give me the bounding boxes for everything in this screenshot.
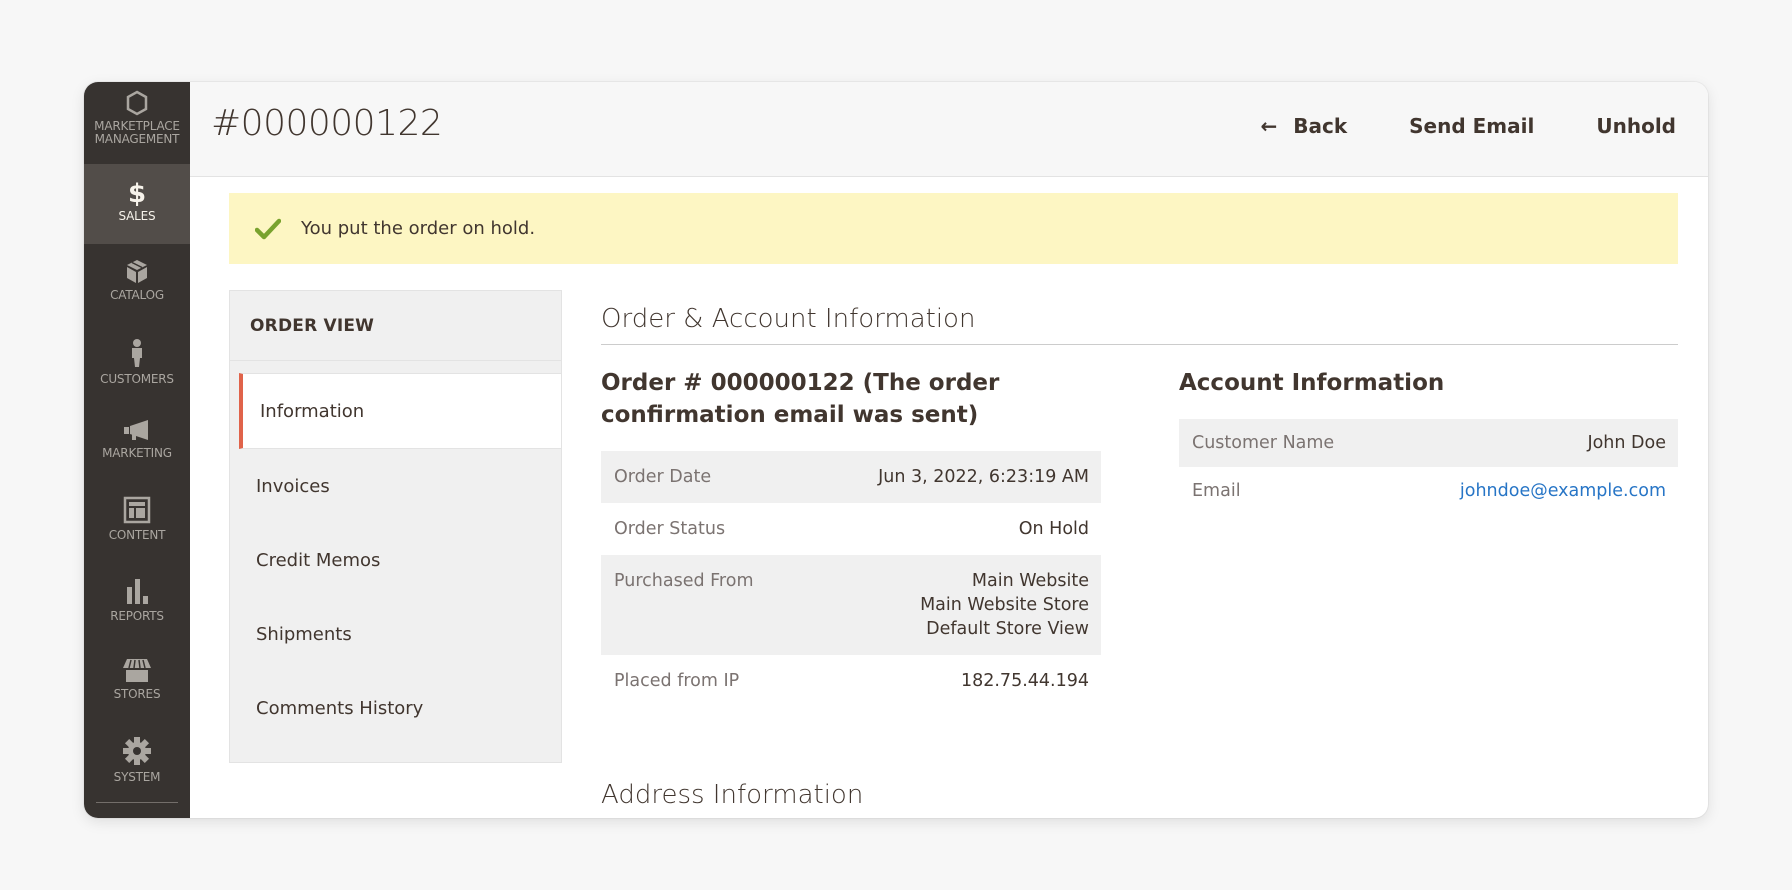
- admin-window: Marketplace Management $ Sales Catalog C…: [84, 82, 1708, 818]
- menu-item-catalog-label: Catalog: [110, 288, 164, 302]
- order-date-value: Jun 3, 2022, 6:23:19 AM: [878, 467, 1089, 487]
- email-link[interactable]: johndoe@example.com: [1460, 481, 1666, 501]
- section-title-address: Address Information: [601, 780, 864, 810]
- purchased-from-store-view: Default Store View: [926, 619, 1089, 639]
- section-divider: [601, 344, 1678, 345]
- table-row: Purchased From Main Website Main Website…: [601, 555, 1101, 655]
- arrow-left-icon: ←: [1260, 114, 1278, 138]
- send-email-button[interactable]: Send Email: [1409, 114, 1534, 138]
- table-row: Email johndoe@example.com: [1179, 467, 1678, 515]
- email-value: johndoe@example.com: [1388, 467, 1678, 515]
- order-information-table: Order Date Jun 3, 2022, 6:23:19 AM Order…: [601, 451, 1101, 707]
- placed-from-ip-value: 182.75.44.194: [960, 671, 1089, 691]
- menu-item-reports-label: Reports: [110, 609, 164, 623]
- purchased-from-label: Purchased From: [614, 571, 754, 591]
- purchased-from-website: Main Website: [971, 571, 1089, 591]
- tab-information[interactable]: Information: [239, 373, 561, 449]
- success-message-text: You put the order on hold.: [301, 218, 536, 239]
- account-title: Account Information: [1179, 370, 1445, 396]
- order-view-tabs: ORDER VIEW Information Invoices Credit M…: [229, 290, 562, 763]
- menu-item-stores[interactable]: Stores: [84, 657, 190, 701]
- menu-item-customers[interactable]: Customers: [84, 338, 190, 386]
- email-label: Email: [1192, 481, 1241, 501]
- person-icon: [132, 339, 142, 367]
- table-row: Placed from IP 182.75.44.194: [601, 655, 1101, 707]
- order-title: Order # 000000122 (The order confirmatio…: [601, 370, 1000, 428]
- menu-item-catalog[interactable]: Catalog: [84, 258, 190, 302]
- hexagon-logo-icon: [126, 90, 148, 116]
- menu-item-reports[interactable]: Reports: [84, 577, 190, 623]
- order-status-label: Order Status: [614, 519, 726, 539]
- menu-logo-label: Marketplace Management: [94, 119, 180, 146]
- menu-item-system-label: System: [113, 770, 161, 784]
- box-icon: [127, 260, 147, 283]
- purchased-from-value: Main Website Main Website Store Default …: [806, 555, 1101, 655]
- order-information: Order # 000000122 (The order confirmatio…: [601, 367, 1101, 707]
- megaphone-icon: [124, 420, 148, 440]
- order-date-label: Order Date: [614, 467, 712, 487]
- tab-invoices[interactable]: Invoices: [230, 449, 561, 523]
- page-title: #000000122: [211, 103, 443, 144]
- menu-item-content[interactable]: Content: [84, 496, 190, 542]
- table-row: Customer Name John Doe: [1179, 419, 1678, 467]
- tab-shipments[interactable]: Shipments: [230, 597, 561, 671]
- menu-divider: [96, 802, 178, 803]
- menu-item-stores-label: Stores: [113, 687, 161, 701]
- checkmark-icon: [255, 218, 281, 239]
- customer-name-label: Customer Name: [1192, 433, 1335, 453]
- success-message: You put the order on hold.: [229, 193, 1678, 264]
- section-title-order-account: Order & Account Information: [601, 304, 976, 334]
- menu-item-system[interactable]: System: [84, 736, 190, 784]
- header-actions: ← Back Send Email Unhold: [1260, 114, 1676, 138]
- menu-item-customers-label: Customers: [100, 372, 174, 386]
- purchased-from-store: Main Website Store: [920, 595, 1089, 615]
- tab-credit-memos[interactable]: Credit Memos: [230, 523, 561, 597]
- storefront-icon: [123, 659, 151, 682]
- dollar-icon: $: [128, 179, 146, 206]
- table-row: Order Date Jun 3, 2022, 6:23:19 AM: [601, 451, 1101, 503]
- order-status-value: On Hold: [1018, 519, 1089, 539]
- menu-item-marketing-label: Marketing: [102, 446, 172, 460]
- menu-logo-marketplace-management[interactable]: Marketplace Management: [84, 82, 190, 164]
- back-button-label: Back: [1293, 114, 1348, 138]
- order-view-title: ORDER VIEW: [230, 291, 561, 361]
- menu-item-sales-label: Sales: [118, 209, 156, 223]
- account-information-table: Customer Name John Doe Email johndoe@exa…: [1179, 419, 1678, 515]
- layout-icon: [123, 496, 151, 524]
- svg-text:$: $: [128, 179, 146, 206]
- menu-item-marketing[interactable]: Marketing: [84, 418, 190, 460]
- tab-comments-history[interactable]: Comments History: [230, 671, 561, 745]
- gear-icon: [123, 737, 151, 765]
- placed-from-ip-label: Placed from IP: [614, 671, 740, 691]
- admin-menu: Marketplace Management $ Sales Catalog C…: [84, 82, 190, 818]
- bar-chart-icon: [127, 579, 148, 604]
- customer-name-value: John Doe: [1587, 433, 1666, 453]
- menu-item-content-label: Content: [108, 528, 166, 542]
- back-button[interactable]: ← Back: [1260, 114, 1347, 138]
- account-information: Account Information Customer Name John D…: [1179, 367, 1678, 515]
- menu-item-sales[interactable]: $ Sales: [84, 164, 190, 244]
- table-row: Order Status On Hold: [601, 503, 1101, 555]
- unhold-button[interactable]: Unhold: [1596, 114, 1676, 138]
- page-header: #000000122 ← Back Send Email Unhold: [190, 82, 1708, 177]
